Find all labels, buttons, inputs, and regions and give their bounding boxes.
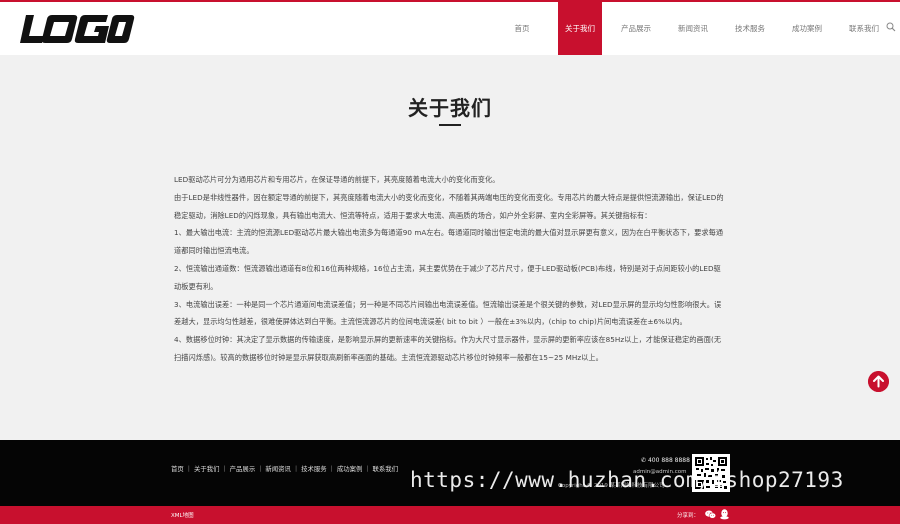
logo[interactable] — [20, 12, 135, 46]
separator: | — [294, 464, 298, 472]
separator: | — [187, 464, 190, 472]
about-content: LED驱动芯片可分为通用芯片和专用芯片，在保证导通的前提下，其亮度随着电流大小的… — [174, 171, 726, 367]
nav-item-cases[interactable]: 成功案例 — [786, 2, 828, 55]
separator: | — [330, 464, 333, 472]
footer-link-about[interactable]: 关于我们 — [194, 464, 220, 473]
share-label: 分享到： — [677, 513, 700, 519]
phone-number: 400 888 8888 — [647, 457, 690, 464]
nav-item-contact[interactable]: 联系我们 — [843, 2, 885, 55]
qq-icon[interactable] — [720, 509, 729, 520]
footer-nav: 首页 | 关于我们 | 产品展示 | 新闻资讯 | 技术服务 | 成功案例 | 联系我们 — [171, 464, 402, 473]
back-to-top-button[interactable] — [868, 371, 889, 392]
separator: | — [259, 464, 262, 472]
nav-item-products[interactable]: 产品展示 — [615, 2, 657, 55]
paragraph: 4、数据移位时钟：其决定了显示数据的传输速度，是影响显示屏的更新速率的关键指标。… — [174, 335, 722, 362]
footer-phone: ✆ 400 888 8888 — [641, 457, 690, 464]
separator: | — [366, 464, 369, 472]
site-header: 首页 关于我们 产品展示 新闻资讯 技术服务 成功案例 联系我们 — [0, 2, 900, 55]
search-icon[interactable] — [886, 22, 896, 32]
footer-link-cases[interactable]: 成功案例 — [337, 464, 363, 473]
page-title: 关于我们 — [408, 96, 492, 120]
paragraph: LED驱动芯片可分为通用芯片和专用芯片，在保证导通的前提下，其亮度随着电流大小的… — [174, 175, 500, 184]
footer-link-home[interactable]: 首页 — [171, 464, 184, 473]
paragraph: 由于LED是非线性器件，因在额定导通的前提下，其亮度随着电流大小的变化而变化，不… — [174, 192, 724, 220]
nav-item-service[interactable]: 技术服务 — [729, 2, 771, 55]
watermark-url: https://www.huzhan.com/ishop27193 — [410, 468, 844, 492]
footer-link-products[interactable]: 产品展示 — [230, 464, 256, 473]
title-divider — [439, 124, 461, 126]
footer-link-contact[interactable]: 联系我们 — [373, 464, 399, 473]
nav-item-home[interactable]: 首页 — [501, 2, 543, 55]
paragraph: 3、电流输出误差：一种是同一个芯片通道间电流误差值；另一种是不同芯片间输出电流误… — [174, 299, 722, 327]
nav-item-about[interactable]: 关于我们 — [558, 2, 602, 55]
xml-sitemap-link[interactable]: XML地图 — [171, 511, 194, 519]
paragraph: 2、恒流输出通道数：恒流源输出通道有8位和16位两种规格，16位占主流，其主要优… — [174, 263, 721, 291]
nav-item-news[interactable]: 新闻资讯 — [672, 2, 714, 55]
separator: | — [223, 464, 226, 472]
phone-icon: ✆ — [641, 457, 647, 464]
footer-link-news[interactable]: 新闻资讯 — [265, 464, 291, 473]
main-nav: 首页 关于我们 产品展示 新闻资讯 技术服务 成功案例 联系我们 — [501, 2, 900, 55]
paragraph: 1、最大输出电流：主流的恒流源LED驱动芯片最大输出电流多为每通道90 mA左右… — [174, 228, 724, 256]
footer-link-service[interactable]: 技术服务 — [301, 464, 327, 473]
bottom-bar: XML地图 分享到： — [0, 506, 900, 524]
wechat-icon[interactable] — [705, 510, 716, 519]
